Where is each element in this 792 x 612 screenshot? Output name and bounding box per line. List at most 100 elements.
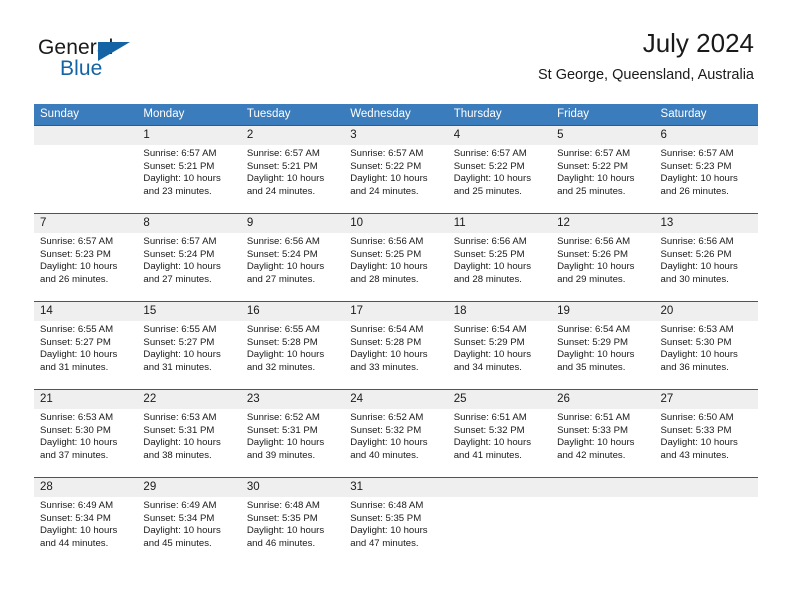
sunset-line: Sunset: 5:24 PM	[246, 248, 318, 260]
weekday-header-tuesday: Tuesday	[246, 108, 291, 120]
sunset-line: Sunset: 5:22 PM	[557, 160, 629, 172]
day-number[interactable]	[655, 478, 758, 497]
daylight-line: Daylight: 10 hours	[557, 349, 635, 361]
week-detail-band: Sunrise: 6:55 AM Sunset: 5:27 PM Dayligh…	[34, 321, 758, 389]
day-number[interactable]: 8	[137, 214, 240, 233]
day-number[interactable]: 20	[655, 302, 758, 321]
calendar-grid: Sunday Monday Tuesday Wednesday Thursday…	[34, 104, 758, 565]
day-number[interactable]: 27	[655, 390, 758, 409]
day-number[interactable]: 28	[34, 478, 137, 497]
day-number[interactable]: 17	[344, 302, 447, 321]
day-cell[interactable]: Sunrise: 6:52 AM Sunset: 5:31 PM Dayligh…	[241, 409, 344, 477]
day-cell[interactable]: Sunrise: 6:53 AM Sunset: 5:30 PM Dayligh…	[34, 409, 137, 477]
day-number[interactable]: 7	[34, 214, 137, 233]
day-number[interactable]: 31	[344, 478, 447, 497]
day-cell[interactable]: Sunrise: 6:57 AM Sunset: 5:22 PM Dayligh…	[344, 145, 447, 213]
sunrise-line: Sunrise: 6:53 AM	[143, 412, 217, 423]
day-number[interactable]: 26	[551, 390, 654, 409]
day-cell[interactable]: Sunrise: 6:54 AM Sunset: 5:29 PM Dayligh…	[448, 321, 551, 389]
calendar-page: General Blue July 2024 St George, Queens…	[0, 0, 792, 612]
day-number[interactable]: 10	[344, 214, 447, 233]
weekday-header-friday: Friday	[557, 108, 590, 120]
day-number[interactable]: 24	[344, 390, 447, 409]
sunset-line: Sunset: 5:25 PM	[350, 248, 422, 260]
day-cell[interactable]	[34, 145, 137, 213]
day-cell[interactable]: Sunrise: 6:56 AM Sunset: 5:26 PM Dayligh…	[551, 233, 654, 301]
day-cell[interactable]: Sunrise: 6:55 AM Sunset: 5:27 PM Dayligh…	[137, 321, 240, 389]
day-cell[interactable]: Sunrise: 6:57 AM Sunset: 5:24 PM Dayligh…	[137, 233, 240, 301]
day-cell[interactable]: Sunrise: 6:52 AM Sunset: 5:32 PM Dayligh…	[344, 409, 447, 477]
day-number[interactable]: 15	[137, 302, 240, 321]
daylight-line-2: and 32 minutes.	[246, 361, 316, 373]
day-cell[interactable]: Sunrise: 6:49 AM Sunset: 5:34 PM Dayligh…	[137, 497, 240, 565]
daylight-line: Daylight: 10 hours	[143, 525, 221, 537]
sunrise-line: Sunrise: 6:57 AM	[40, 236, 114, 247]
daylight-line-2: and 27 minutes.	[246, 273, 316, 285]
day-number[interactable]: 2	[241, 126, 344, 145]
day-cell[interactable]: Sunrise: 6:56 AM Sunset: 5:24 PM Dayligh…	[241, 233, 344, 301]
day-cell[interactable]: Sunrise: 6:55 AM Sunset: 5:28 PM Dayligh…	[241, 321, 344, 389]
day-number[interactable]: 13	[655, 214, 758, 233]
day-cell[interactable]: Sunrise: 6:56 AM Sunset: 5:25 PM Dayligh…	[344, 233, 447, 301]
day-cell[interactable]: Sunrise: 6:48 AM Sunset: 5:35 PM Dayligh…	[241, 497, 344, 565]
day-cell[interactable]: Sunrise: 6:57 AM Sunset: 5:22 PM Dayligh…	[551, 145, 654, 213]
day-number[interactable]: 4	[448, 126, 551, 145]
day-cell[interactable]: Sunrise: 6:49 AM Sunset: 5:34 PM Dayligh…	[34, 497, 137, 565]
day-number[interactable]: 16	[241, 302, 344, 321]
day-number[interactable]: 25	[448, 390, 551, 409]
day-cell[interactable]: Sunrise: 6:53 AM Sunset: 5:31 PM Dayligh…	[137, 409, 240, 477]
day-cell[interactable]: Sunrise: 6:57 AM Sunset: 5:22 PM Dayligh…	[448, 145, 551, 213]
day-number[interactable]: 6	[655, 126, 758, 145]
location-subtitle: St George, Queensland, Australia	[537, 67, 754, 83]
day-cell[interactable]: Sunrise: 6:55 AM Sunset: 5:27 PM Dayligh…	[34, 321, 137, 389]
day-cell[interactable]: Sunrise: 6:53 AM Sunset: 5:30 PM Dayligh…	[655, 321, 758, 389]
day-number[interactable]	[551, 478, 654, 497]
day-cell[interactable]: Sunrise: 6:56 AM Sunset: 5:25 PM Dayligh…	[448, 233, 551, 301]
day-number[interactable]: 11	[448, 214, 551, 233]
day-cell[interactable]	[655, 497, 758, 565]
sunrise-line: Sunrise: 6:55 AM	[246, 324, 320, 335]
day-cell[interactable]: Sunrise: 6:51 AM Sunset: 5:32 PM Dayligh…	[448, 409, 551, 477]
day-number[interactable]: 30	[241, 478, 344, 497]
day-number[interactable]	[34, 126, 137, 145]
day-number[interactable]: 29	[137, 478, 240, 497]
day-cell[interactable]: Sunrise: 6:51 AM Sunset: 5:33 PM Dayligh…	[551, 409, 654, 477]
week-day-number-band: 14 15 16 17 18 19 20	[34, 302, 758, 321]
daylight-line: Daylight: 10 hours	[40, 525, 118, 537]
day-number[interactable]	[448, 478, 551, 497]
day-cell[interactable]: Sunrise: 6:57 AM Sunset: 5:21 PM Dayligh…	[241, 145, 344, 213]
day-number[interactable]: 23	[241, 390, 344, 409]
day-number[interactable]: 3	[344, 126, 447, 145]
day-number[interactable]: 1	[137, 126, 240, 145]
general-blue-logo[interactable]: General Blue	[38, 36, 158, 82]
day-number[interactable]: 5	[551, 126, 654, 145]
daylight-line-2: and 36 minutes.	[660, 361, 729, 373]
day-number[interactable]: 14	[34, 302, 137, 321]
day-number[interactable]: 22	[137, 390, 240, 409]
day-cell[interactable]: Sunrise: 6:57 AM Sunset: 5:23 PM Dayligh…	[655, 145, 758, 213]
sunset-line: Sunset: 5:25 PM	[453, 248, 525, 260]
daylight-line-2: and 42 minutes.	[557, 449, 626, 461]
day-cell[interactable]: Sunrise: 6:54 AM Sunset: 5:29 PM Dayligh…	[551, 321, 654, 389]
calendar-week-row: 7 8 9 10 11 12 13 Sunrise: 6:57 AM Sunse…	[34, 213, 758, 301]
daylight-line-2: and 41 minutes.	[453, 449, 522, 461]
day-cell[interactable]: Sunrise: 6:56 AM Sunset: 5:26 PM Dayligh…	[655, 233, 758, 301]
day-cell[interactable]: Sunrise: 6:57 AM Sunset: 5:23 PM Dayligh…	[34, 233, 137, 301]
sunrise-line: Sunrise: 6:51 AM	[453, 412, 527, 423]
day-cell[interactable]	[551, 497, 654, 565]
sunset-line: Sunset: 5:21 PM	[246, 160, 318, 172]
daylight-line-2: and 31 minutes.	[40, 361, 109, 373]
week-day-number-band: 21 22 23 24 25 26 27	[34, 390, 758, 409]
day-number[interactable]: 12	[551, 214, 654, 233]
day-cell[interactable]: Sunrise: 6:57 AM Sunset: 5:21 PM Dayligh…	[137, 145, 240, 213]
day-number[interactable]: 21	[34, 390, 137, 409]
day-number[interactable]: 19	[551, 302, 654, 321]
day-number[interactable]: 9	[241, 214, 344, 233]
day-cell[interactable]: Sunrise: 6:48 AM Sunset: 5:35 PM Dayligh…	[344, 497, 447, 565]
calendar-week-row: 21 22 23 24 25 26 27 Sunrise: 6:53 AM Su…	[34, 389, 758, 477]
day-cell[interactable]	[448, 497, 551, 565]
day-cell[interactable]: Sunrise: 6:50 AM Sunset: 5:33 PM Dayligh…	[655, 409, 758, 477]
day-cell[interactable]: Sunrise: 6:54 AM Sunset: 5:28 PM Dayligh…	[344, 321, 447, 389]
day-number[interactable]: 18	[448, 302, 551, 321]
daylight-line-2: and 46 minutes.	[246, 537, 316, 549]
